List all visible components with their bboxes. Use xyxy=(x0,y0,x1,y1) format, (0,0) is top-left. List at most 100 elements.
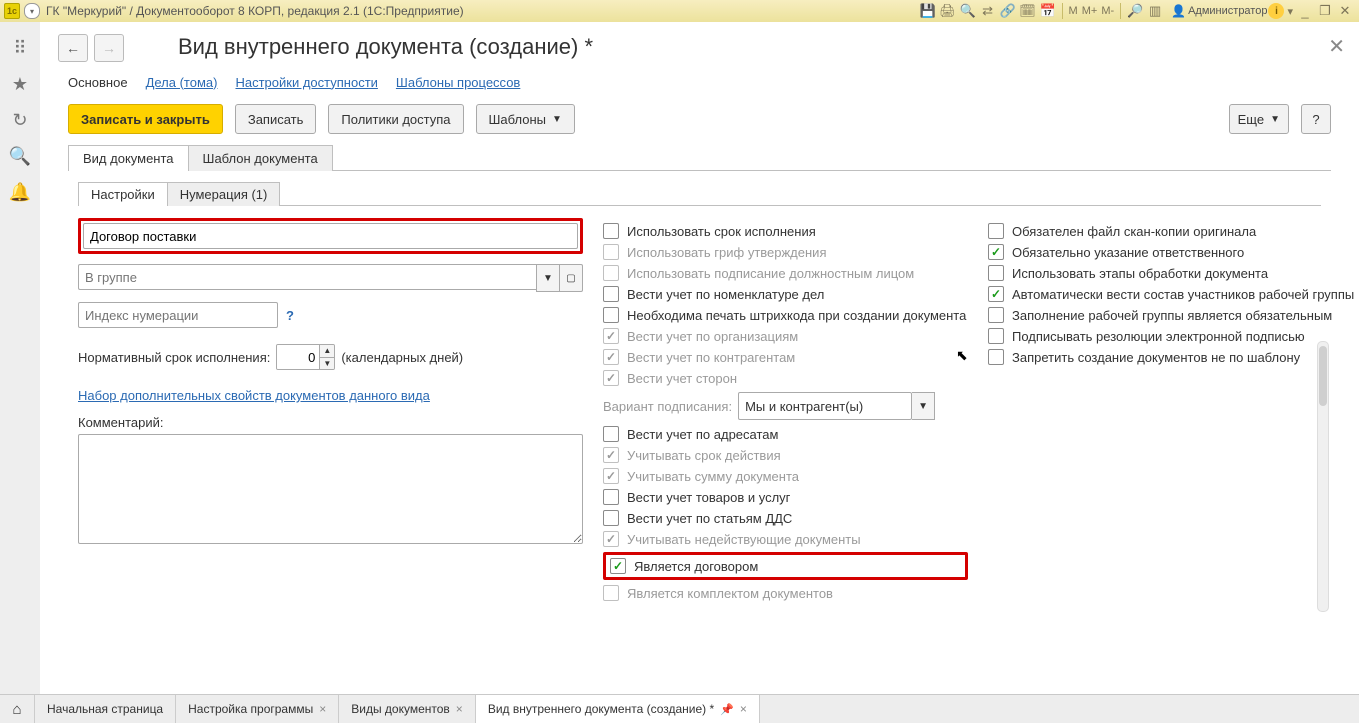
preview-icon[interactable]: 🔍 xyxy=(959,2,977,20)
tab-doc-template[interactable]: Шаблон документа xyxy=(188,145,333,171)
chevron-down-icon: ▼ xyxy=(1270,114,1280,125)
save-icon[interactable]: 💾 xyxy=(919,2,937,20)
ck-label: Учитывать недействующие документы xyxy=(627,532,861,547)
spinner-up-icon[interactable]: ▲ xyxy=(320,345,334,358)
checkbox[interactable] xyxy=(988,349,1004,365)
checkbox[interactable] xyxy=(603,510,619,526)
checkbox[interactable] xyxy=(603,223,619,239)
checkbox[interactable] xyxy=(603,426,619,442)
restore-icon[interactable]: ❐ xyxy=(1316,2,1334,20)
calendar-icon[interactable]: 📅 xyxy=(1039,2,1057,20)
tab-numbering[interactable]: Нумерация (1) xyxy=(167,182,281,206)
section-access[interactable]: Настройки доступности xyxy=(235,75,377,90)
tab-doc-type[interactable]: Вид документа xyxy=(68,145,189,171)
info-icon[interactable]: i xyxy=(1268,3,1284,19)
close-icon[interactable]: × xyxy=(740,702,747,716)
group-input[interactable] xyxy=(78,264,536,290)
checkbox[interactable] xyxy=(988,286,1004,302)
nav-forward-button[interactable]: → xyxy=(94,34,124,62)
nav-back-button[interactable]: ← xyxy=(58,34,88,62)
app-menu-dropdown[interactable]: ▾ xyxy=(24,3,40,19)
print-icon[interactable]: 🖨 xyxy=(939,2,957,20)
window-title: ГК "Меркурий" / Документооборот 8 КОРП, … xyxy=(46,4,464,18)
bottom-tab-doctypes[interactable]: Виды документов× xyxy=(339,695,476,723)
checkbox[interactable] xyxy=(988,328,1004,344)
checkbox[interactable] xyxy=(603,307,619,323)
more-button[interactable]: Еще ▼ xyxy=(1229,104,1289,134)
bottom-tab-settings[interactable]: Настройка программы× xyxy=(176,695,339,723)
checkbox[interactable] xyxy=(603,489,619,505)
extra-props-link[interactable]: Набор дополнительных свойств документов … xyxy=(78,388,430,403)
info-dd[interactable]: ▾ xyxy=(1287,5,1293,18)
minimize-icon[interactable]: _ xyxy=(1296,2,1314,20)
group-dropdown-button[interactable]: ▼ xyxy=(536,264,559,292)
rail-star-icon[interactable]: ★ xyxy=(8,72,32,96)
policies-button[interactable]: Политики доступа xyxy=(328,104,463,134)
save-button[interactable]: Записать xyxy=(235,104,317,134)
ck-label: Заполнение рабочей группы является обяза… xyxy=(1012,308,1332,323)
ck-label: Учитывать сумму документа xyxy=(627,469,799,484)
scroll-thumb[interactable] xyxy=(1319,346,1327,406)
mem-mminus[interactable]: M- xyxy=(1101,5,1114,17)
name-input[interactable] xyxy=(83,223,578,249)
checkbox-is-contract[interactable] xyxy=(610,558,626,574)
calc-icon[interactable]: 🗓 xyxy=(1019,2,1037,20)
compare-icon[interactable]: ⇄ xyxy=(979,2,997,20)
ck-label: Использовать подписание должностным лицо… xyxy=(627,266,914,281)
norm-spinner[interactable]: ▲ ▼ xyxy=(276,344,335,370)
norm-value-input[interactable] xyxy=(277,345,319,369)
ck-label: Вести учет по адресатам xyxy=(627,427,778,442)
mem-m[interactable]: M xyxy=(1069,5,1078,17)
rail-search-icon[interactable]: 🔍 xyxy=(8,144,32,168)
norm-unit: (календарных дней) xyxy=(341,350,463,365)
ck-label: Вести учет по номенклатуре дел xyxy=(627,287,824,302)
close-icon[interactable]: × xyxy=(319,702,326,716)
link-icon[interactable]: 🔗 xyxy=(999,2,1017,20)
section-main[interactable]: Основное xyxy=(68,75,128,90)
settings-left-column: ▼ ▢ ? Нормативный срок исполнения: ▲ xyxy=(78,218,583,547)
ck-label: Обязателен файл скан-копии оригинала xyxy=(1012,224,1256,239)
panes-icon[interactable]: ▥ xyxy=(1146,2,1164,20)
checkbox[interactable] xyxy=(988,223,1004,239)
norm-label: Нормативный срок исполнения: xyxy=(78,350,270,365)
home-icon[interactable]: ⌂ xyxy=(0,695,35,723)
group-open-button[interactable]: ▢ xyxy=(559,264,583,292)
checkbox[interactable] xyxy=(988,265,1004,281)
mem-mplus[interactable]: M+ xyxy=(1082,5,1098,17)
ck-label: Вести учет сторон xyxy=(627,371,737,386)
toolbar: Записать и закрыть Записать Политики дос… xyxy=(58,94,1341,144)
bottom-tab-start[interactable]: Начальная страница xyxy=(35,695,176,723)
settings-right-column: Обязателен файл скан-копии оригинала Обя… xyxy=(988,218,1359,370)
bottom-tab-current[interactable]: Вид внутреннего документа (создание) *📌× xyxy=(476,695,760,723)
ck-label: Является комплектом документов xyxy=(627,586,833,601)
help-button[interactable]: ? xyxy=(1301,104,1331,134)
pin-icon[interactable]: 📌 xyxy=(720,703,734,716)
section-dela[interactable]: Дела (тома) xyxy=(146,75,218,90)
close-icon[interactable]: × xyxy=(456,702,463,716)
index-input[interactable] xyxy=(78,302,278,328)
rail-apps-icon[interactable]: ⠿ xyxy=(8,36,32,60)
app-logo-icon: 1c xyxy=(4,3,20,19)
checkbox xyxy=(603,585,619,601)
comment-textarea[interactable] xyxy=(78,434,583,544)
spinner-down-icon[interactable]: ▼ xyxy=(320,358,334,370)
page-close-button[interactable]: ✕ xyxy=(1328,34,1345,59)
checkbox[interactable] xyxy=(988,244,1004,260)
section-templates[interactable]: Шаблоны процессов xyxy=(396,75,520,90)
rail-history-icon[interactable]: ↻ xyxy=(8,108,32,132)
variant-select[interactable]: Мы и контрагент(ы) xyxy=(738,392,912,420)
save-close-button[interactable]: Записать и закрыть xyxy=(68,104,223,134)
templates-button[interactable]: Шаблоны ▼ xyxy=(476,104,575,134)
checkbox[interactable] xyxy=(988,307,1004,323)
zoom-icon[interactable]: 🔎 xyxy=(1126,2,1144,20)
tabstrip-settings: Настройки Нумерация (1) xyxy=(78,181,1321,206)
scrollbar[interactable] xyxy=(1317,341,1329,612)
close-window-icon[interactable]: ✕ xyxy=(1336,2,1354,20)
rail-bell-icon[interactable]: 🔔 xyxy=(8,180,32,204)
index-help-icon[interactable]: ? xyxy=(286,308,294,323)
user-menu[interactable]: 👤 Администратор xyxy=(1171,4,1267,18)
variant-dropdown-button[interactable]: ▼ xyxy=(912,392,935,420)
tab-settings[interactable]: Настройки xyxy=(78,182,168,206)
arrow-right-icon: → xyxy=(102,40,116,56)
checkbox[interactable] xyxy=(603,286,619,302)
